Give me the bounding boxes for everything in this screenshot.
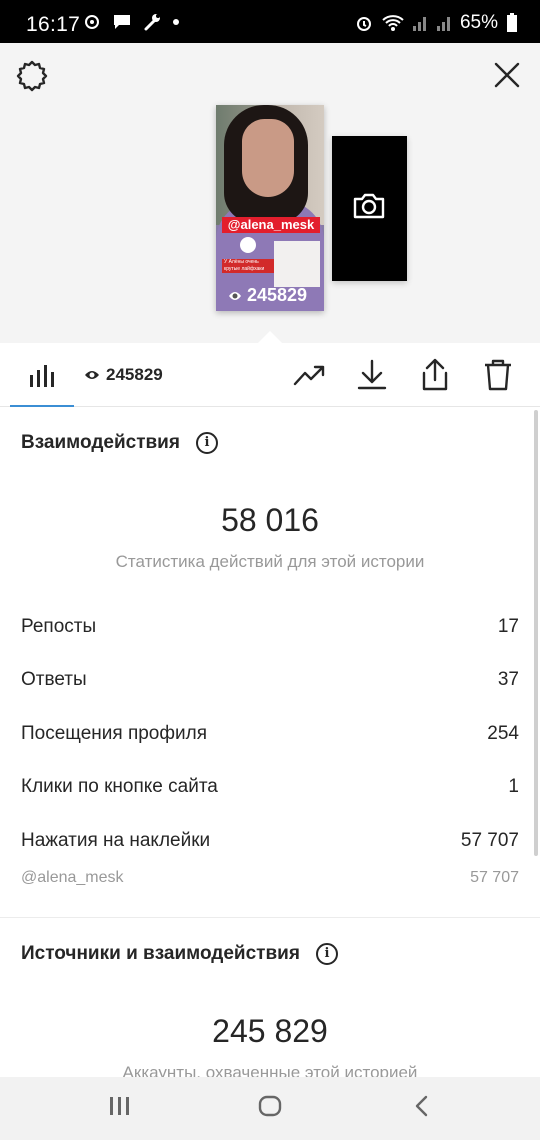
interactions-total: 58 016: [221, 502, 319, 538]
insights-content[interactable]: Взаимодействия i 58 016 Статистика дейст…: [0, 407, 540, 1077]
camera-icon: [353, 193, 385, 219]
story-logo-icon: [240, 237, 256, 253]
viewers-count: 245829: [106, 365, 163, 384]
story-views-overlay: 245829: [228, 285, 307, 306]
story-photo: [242, 119, 294, 197]
home-icon[interactable]: [258, 1095, 282, 1117]
metric-subrow-mention-sticker: @alena_mesk 57 707: [21, 869, 519, 886]
battery-icon: [507, 13, 517, 32]
status-right-icons: 65%: [354, 12, 518, 34]
delete-trash-icon[interactable]: [481, 358, 515, 392]
share-icon[interactable]: [418, 358, 452, 392]
selection-pointer: [258, 331, 282, 343]
discovery-total: 245 829: [212, 1013, 328, 1049]
add-story-card[interactable]: [332, 136, 407, 281]
system-nav-bar: [0, 1077, 540, 1140]
status-bar: 16:17 65%: [0, 0, 540, 43]
eye-icon: [85, 371, 99, 379]
bar-chart-icon: [30, 365, 54, 387]
story-thumbnail[interactable]: @alena_mesk У Алёны очень крутые лайфхак…: [216, 105, 324, 311]
dot-icon: [173, 19, 179, 25]
story-mention-sticker: @alena_mesk: [222, 217, 320, 233]
back-icon[interactable]: [412, 1095, 432, 1117]
status-time: 16:17: [26, 13, 81, 36]
discovery-subtitle: Аккаунты, охваченные этой историей: [122, 1063, 418, 1077]
tab-viewers[interactable]: 245829: [84, 365, 163, 385]
signal-icon-2: [436, 17, 450, 31]
metric-row-profile-visits: Посещения профиля 254: [21, 723, 519, 744]
battery-percent: 65%: [459, 12, 498, 33]
wrench-icon: [144, 14, 160, 31]
settings-gear-icon[interactable]: [15, 59, 49, 93]
download-icon[interactable]: [355, 358, 389, 392]
signal-icon-1: [412, 17, 426, 31]
message-icon: [114, 15, 130, 29]
story-views-count: 245829: [247, 285, 308, 305]
metric-row-sticker-taps: Нажатия на наклейки 57 707: [21, 830, 519, 851]
tab-insights[interactable]: [10, 343, 74, 407]
eye-icon: [229, 291, 241, 300]
alarm-icon: [356, 17, 371, 31]
interactions-subtitle: Статистика действий для этой истории: [115, 552, 425, 571]
section-divider: [0, 917, 540, 918]
recent-apps-icon[interactable]: [108, 1095, 132, 1117]
wifi-icon: [382, 15, 404, 31]
close-icon[interactable]: [492, 60, 522, 90]
insights-tab-bar: 245829: [0, 343, 540, 407]
interactions-info-icon[interactable]: i: [195, 432, 218, 454]
discovery-section-title: Источники и взаимодействия i: [21, 943, 338, 965]
gear-notification-icon: [85, 15, 99, 29]
story-text-sticker: У Алёны очень крутые лайфхаки: [222, 259, 274, 273]
status-left-icons: [82, 12, 180, 32]
interactions-section-title: Взаимодействия i: [21, 432, 218, 454]
promote-trend-icon[interactable]: [292, 358, 326, 392]
discovery-info-icon[interactable]: i: [315, 943, 338, 965]
story-preview-header: @alena_mesk У Алёны очень крутые лайфхак…: [0, 43, 540, 343]
scrollbar[interactable]: [534, 410, 538, 856]
metric-row-reposts: Репосты 17: [21, 616, 519, 637]
metric-row-replies: Ответы 37: [21, 669, 519, 690]
story-document-image: [274, 241, 320, 287]
metric-row-website-clicks: Клики по кнопке сайта 1: [21, 776, 519, 797]
